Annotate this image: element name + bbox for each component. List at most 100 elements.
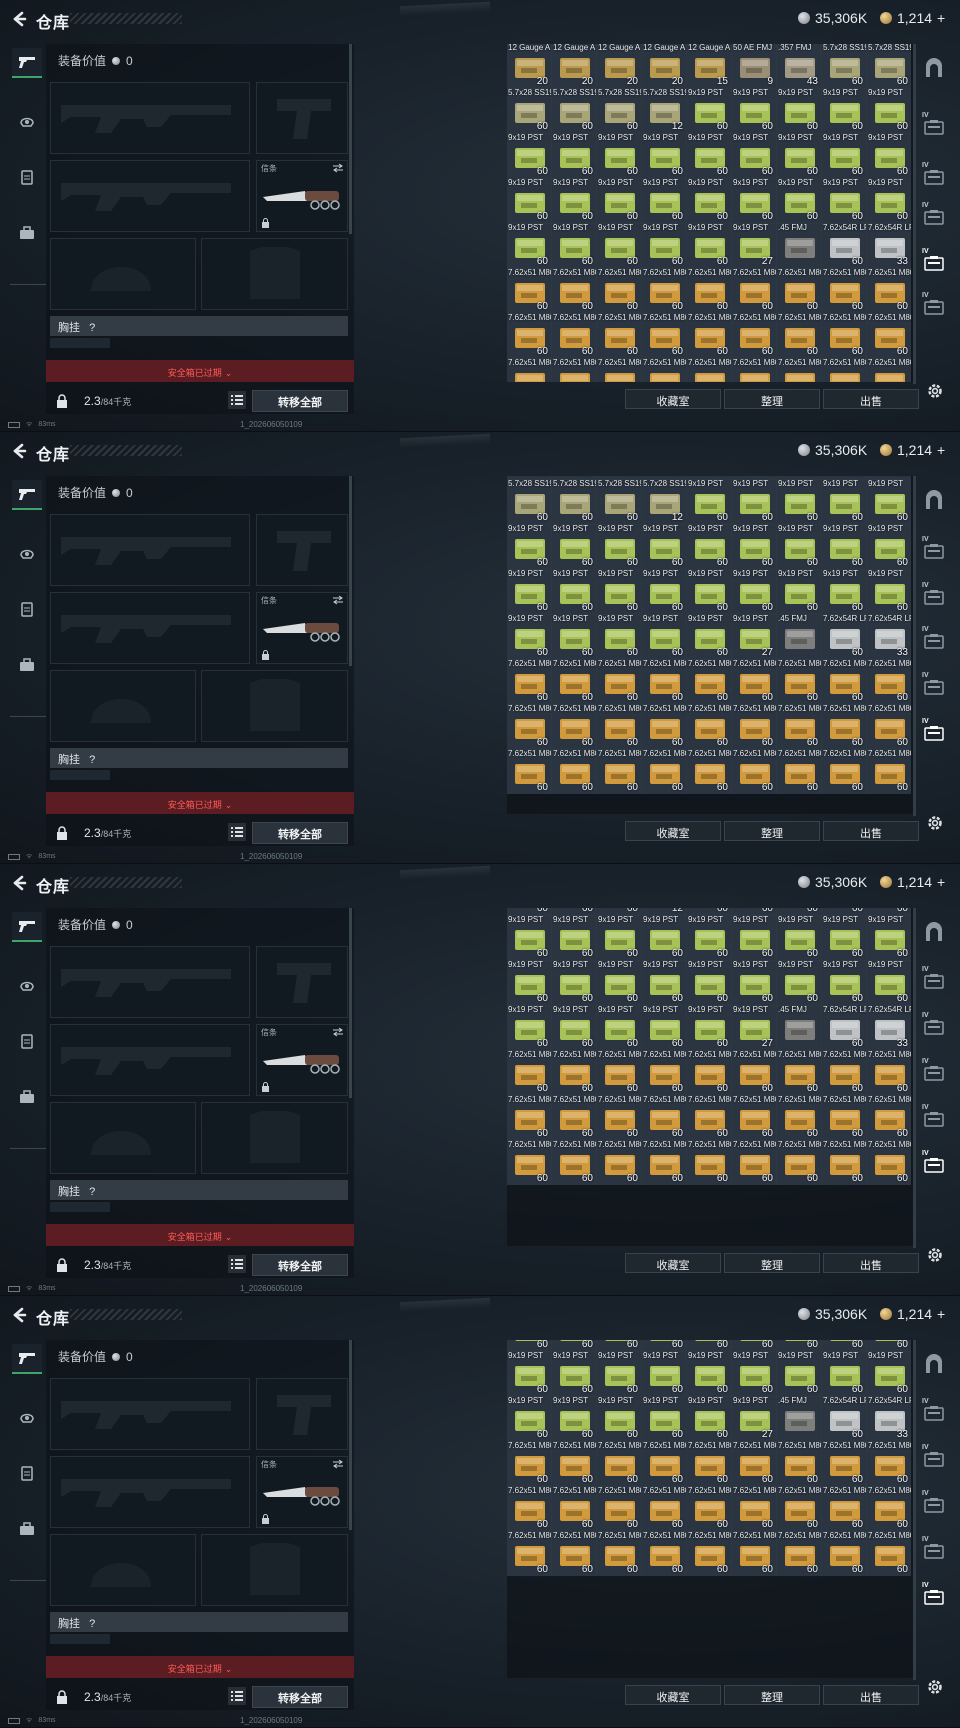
inventory-item[interactable]: 12 Gauge A...20 [642, 44, 686, 88]
container-tab-safe[interactable] [920, 1350, 948, 1378]
inventory-item[interactable]: 9x19 PST60 [687, 134, 731, 178]
inventory-item[interactable]: 9x19 PST60 [552, 179, 596, 223]
inventory-item[interactable]: 7.62x51 M8060 [597, 1442, 641, 1486]
inventory-item[interactable]: 9x19 PST60 [507, 224, 551, 268]
inventory-item[interactable]: 9x19 PST60 [687, 570, 731, 614]
inventory-item[interactable]: 9x19 PST60 [507, 916, 551, 960]
inventory-item[interactable]: 9x19 PST60 [597, 1397, 641, 1441]
inventory-item[interactable]: 7.62x51 M8060 [777, 359, 821, 382]
inventory-item[interactable]: 7.62x51 M8060 [732, 1096, 776, 1140]
inventory-item[interactable]: 7.62x54R LPS 33 [867, 615, 911, 659]
inventory-item[interactable]: 7.62x51 M8060 [507, 359, 551, 382]
inventory-item[interactable]: 12 Gauge A...20 [642, 476, 686, 479]
inventory-item[interactable]: 7.62x51 M8060 [507, 1051, 551, 1095]
inventory-item[interactable]: 7.62x51 M8060 [822, 314, 866, 358]
container-tab-case[interactable]: IV [920, 110, 948, 138]
primary-weapon-slot[interactable] [50, 1378, 250, 1450]
inventory-item[interactable]: 7.62x51 M8060 [867, 750, 911, 794]
safebox-expired-banner[interactable]: 安全箱已过期 ⌄ [46, 792, 354, 814]
equipment-scrollbar[interactable] [349, 1340, 352, 1530]
inventory-item[interactable]: 7.62x54R LPS 33 [867, 1397, 911, 1441]
inventory-scrollbar[interactable] [913, 908, 916, 1248]
transfer-all-button[interactable]: 转移全部 [252, 1254, 348, 1276]
inventory-item[interactable]: 9x19 PST60 [552, 525, 596, 569]
inventory-item[interactable]: 7.62x51 M8060 [822, 1442, 866, 1486]
inventory-item[interactable]: 9x19 PST60 [822, 1352, 866, 1396]
inventory-item[interactable]: 9x19 PST60 [777, 89, 821, 133]
container-tab-case[interactable]: IV [920, 716, 948, 744]
container-tab-case[interactable]: IV [920, 1442, 948, 1470]
inventory-item[interactable]: 7.62x51 M8060 [552, 1442, 596, 1486]
inventory-item[interactable]: 7.62x51 M8060 [732, 269, 776, 313]
container-tab-case[interactable]: IV [920, 246, 948, 274]
sort-button[interactable]: 整理 [724, 1685, 820, 1705]
body-armor-slot[interactable] [201, 670, 348, 742]
sell-button[interactable]: 出售 [823, 821, 919, 841]
inventory-scrollbar[interactable] [913, 476, 916, 816]
inventory-item[interactable]: 7.62x54R LPS 60 [822, 1006, 866, 1050]
inventory-item[interactable]: 9x19 PST60 [867, 1340, 911, 1351]
inventory-item[interactable]: 9x19 PST60 [687, 480, 731, 524]
container-tab-case[interactable]: IV [920, 1102, 948, 1130]
inventory-item[interactable]: 5.7x28 SS19012 [642, 908, 686, 915]
inventory-item[interactable]: 7.62x51 M8060 [507, 660, 551, 704]
inventory-item[interactable]: 9x19 PST60 [777, 1340, 821, 1351]
inventory-item[interactable]: 7.62x51 M8060 [507, 314, 551, 358]
inventory-item[interactable]: .45 FMJ [777, 1397, 821, 1441]
melee-slot[interactable]: 信条 [256, 592, 348, 664]
inventory-item[interactable]: 9x19 PST60 [822, 480, 866, 524]
sort-button[interactable]: 整理 [724, 1253, 820, 1273]
container-tab-safe[interactable] [920, 918, 948, 946]
inventory-item[interactable]: 9x19 PST60 [687, 1006, 731, 1050]
inventory-item[interactable]: 7.62x51 M8060 [687, 1487, 731, 1531]
equipment-scrollbar[interactable] [349, 908, 352, 1098]
inventory-item[interactable]: 7.62x51 M8060 [687, 1532, 731, 1576]
container-tab-case[interactable]: IV [920, 534, 948, 562]
inventory-item[interactable]: 7.62x51 M8060 [822, 1141, 866, 1185]
inventory-item[interactable]: 7.62x51 M8060 [822, 660, 866, 704]
inventory-item[interactable]: 7.62x51 M8060 [822, 359, 866, 382]
inventory-item[interactable]: 9x19 PST60 [642, 134, 686, 178]
inventory-item[interactable]: 9x19 PST60 [867, 1352, 911, 1396]
inventory-item[interactable]: 7.62x54R LPS 60 [822, 1397, 866, 1441]
list-view-button[interactable] [228, 1255, 246, 1273]
inventory-item[interactable]: 7.62x51 M8060 [597, 1487, 641, 1531]
inventory-item[interactable]: 9x19 PST60 [552, 570, 596, 614]
equipment-scrollbar[interactable] [349, 44, 352, 234]
inventory-item[interactable]: 9x19 PST60 [507, 961, 551, 1005]
inventory-item[interactable]: 7.62x51 M8060 [732, 1487, 776, 1531]
inventory-item[interactable]: 9x19 PST60 [642, 1397, 686, 1441]
inventory-item[interactable]: 7.62x51 M8060 [552, 660, 596, 704]
inventory-item[interactable]: 7.62x54R LPS 60 [822, 224, 866, 268]
inventory-item[interactable]: 9x19 PST60 [777, 525, 821, 569]
container-tab-case[interactable]: IV [920, 200, 948, 228]
inventory-item[interactable]: 9x19 PST60 [507, 615, 551, 659]
inventory-item[interactable]: 5.7x28 SS19060 [822, 476, 866, 479]
back-arrow-icon[interactable] [10, 10, 28, 28]
safebox-expired-banner[interactable]: 安全箱已过期 ⌄ [46, 1656, 354, 1678]
inventory-item[interactable]: 7.62x51 M8060 [867, 314, 911, 358]
inventory-item[interactable]: 7.62x51 M8060 [777, 1442, 821, 1486]
inventory-item[interactable]: 7.62x51 M8060 [732, 1051, 776, 1095]
container-tab-safe[interactable] [920, 54, 948, 82]
inventory-item[interactable]: 7.62x51 M8060 [867, 1442, 911, 1486]
inventory-item[interactable]: 7.62x51 M8060 [687, 1051, 731, 1095]
inventory-item[interactable]: 9x19 PST60 [687, 525, 731, 569]
inventory-item[interactable]: 9x19 PST60 [732, 1340, 776, 1351]
inventory-item[interactable]: 7.62x51 M8060 [597, 750, 641, 794]
list-view-button[interactable] [228, 1687, 246, 1705]
inventory-item[interactable]: 5.7x28 SS19060 [867, 44, 911, 88]
container-tab-case[interactable]: IV [920, 1056, 948, 1084]
inventory-item[interactable]: 9x19 PST60 [597, 224, 641, 268]
inventory-item[interactable]: 9x19 PST60 [732, 908, 776, 915]
inventory-item[interactable]: 7.62x51 M8060 [642, 660, 686, 704]
inventory-item[interactable]: 9x19 PST60 [822, 908, 866, 915]
inventory-item[interactable]: 7.62x51 M8060 [867, 1141, 911, 1185]
inventory-item[interactable]: 50 AE FMJ 9 [732, 44, 776, 88]
inventory-item[interactable]: 12 Gauge A...20 [507, 44, 551, 88]
inventory-item[interactable]: 9x19 PST60 [642, 179, 686, 223]
tab-backpack[interactable] [12, 218, 42, 248]
inventory-item[interactable]: 7.62x51 M8060 [867, 269, 911, 313]
tab-rig[interactable] [12, 1026, 42, 1056]
inventory-item[interactable]: 7.62x51 M8060 [777, 705, 821, 749]
